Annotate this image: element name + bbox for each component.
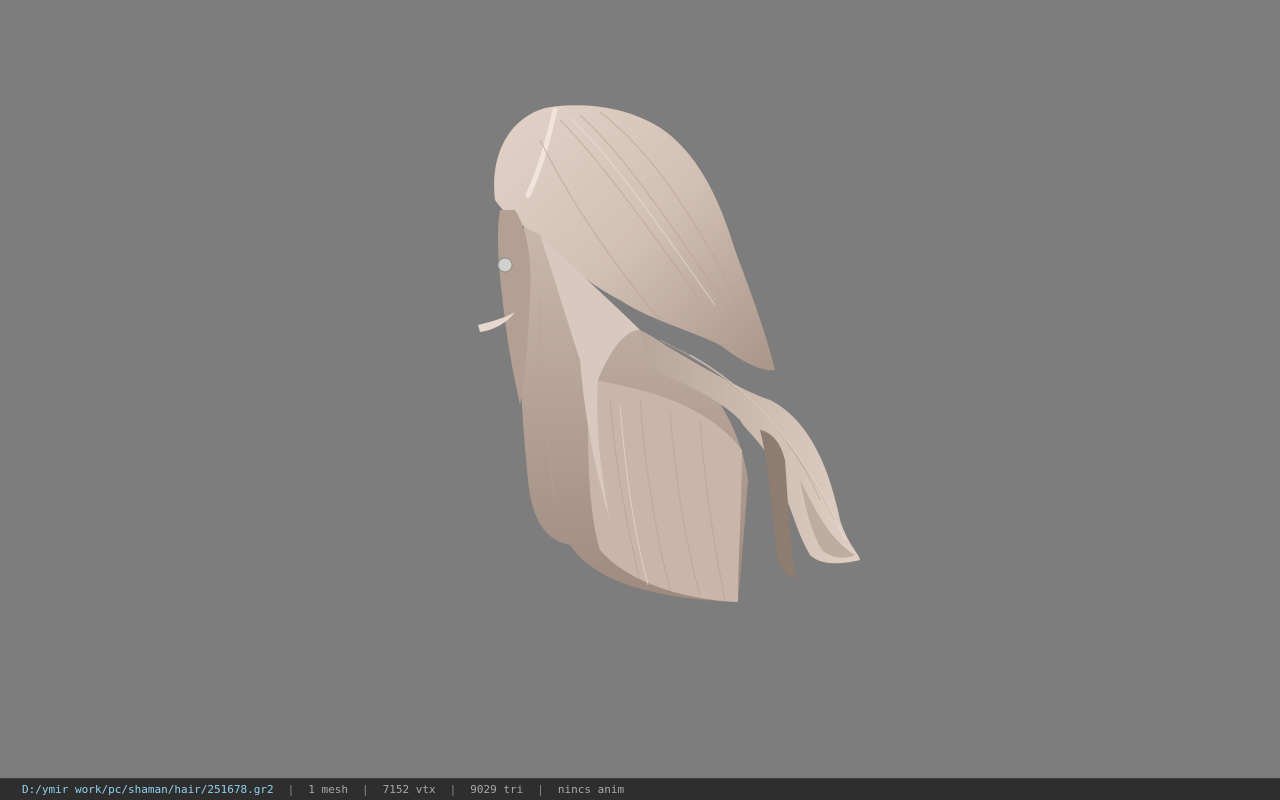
status-separator: |: [537, 783, 544, 796]
status-separator: |: [362, 783, 369, 796]
file-path: D:/ymir work/pc/shaman/hair/251678.gr2: [22, 783, 274, 796]
status-bar: D:/ymir work/pc/shaman/hair/251678.gr2 |…: [0, 778, 1280, 800]
hair-model-render: [478, 105, 860, 602]
status-separator: |: [449, 783, 457, 796]
mesh-count: 1 mesh: [308, 783, 349, 796]
hair-ornament: [497, 257, 513, 273]
status-separator: |: [287, 783, 295, 796]
anim-status: nincs anim: [557, 783, 625, 796]
triangle-count: 9029 tri: [470, 783, 524, 796]
model-viewport[interactable]: [0, 0, 1280, 778]
vertex-count: 7152 vtx: [382, 783, 436, 796]
